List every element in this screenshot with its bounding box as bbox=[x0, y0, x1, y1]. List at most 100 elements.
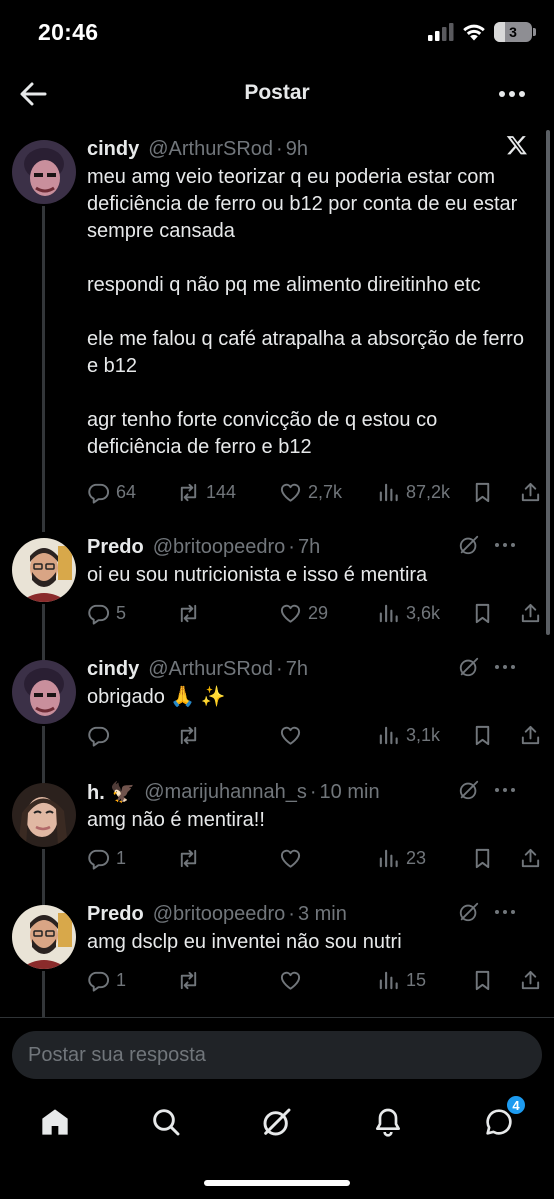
more-options-icon[interactable] bbox=[498, 82, 526, 106]
share-button[interactable] bbox=[519, 478, 542, 506]
views-icon bbox=[379, 726, 398, 744]
repost-button[interactable] bbox=[177, 599, 206, 627]
reply-input[interactable] bbox=[12, 1031, 542, 1079]
tab-messages[interactable]: 4 bbox=[481, 1094, 527, 1140]
post-text: oi eu sou nutricionista e isso é mentira bbox=[87, 562, 530, 589]
repost-button[interactable]: 144 bbox=[177, 478, 236, 506]
author-name[interactable]: Predo bbox=[87, 536, 144, 559]
views-button[interactable]: 15 bbox=[377, 966, 426, 994]
bookmark-button[interactable] bbox=[471, 478, 494, 506]
post-paragraph: obrigado 🙏 ✨ bbox=[87, 686, 226, 708]
tab-notifications[interactable] bbox=[370, 1104, 406, 1140]
views-button[interactable]: 3,1k bbox=[377, 721, 440, 749]
bookmark-button[interactable] bbox=[471, 844, 494, 872]
thread-line bbox=[42, 206, 45, 532]
share-button[interactable] bbox=[519, 966, 542, 994]
author-handle[interactable]: @britoopeedro bbox=[153, 903, 286, 926]
bookmark-button[interactable] bbox=[471, 966, 494, 994]
avatar[interactable] bbox=[12, 783, 76, 847]
main-post[interactable]: cindy @ArthurSRod · 9h meu amg veio teor… bbox=[0, 136, 554, 532]
repost-button[interactable] bbox=[177, 966, 206, 994]
views-button[interactable]: 3,6k bbox=[377, 599, 440, 627]
share-icon bbox=[521, 848, 540, 867]
share-button[interactable] bbox=[519, 599, 542, 627]
repost-button[interactable] bbox=[177, 721, 206, 749]
author-handle[interactable]: @marijuhannah_s bbox=[144, 781, 307, 804]
reply-button[interactable]: 5 bbox=[87, 599, 126, 627]
post-header-bar: Postar bbox=[0, 66, 554, 122]
author-handle[interactable]: @ArthurSRod bbox=[148, 658, 273, 681]
bell-icon bbox=[376, 1108, 400, 1137]
author-handle[interactable]: @britoopeedro bbox=[153, 536, 286, 559]
more-options-icon[interactable] bbox=[494, 656, 516, 678]
bookmark-button[interactable] bbox=[471, 721, 494, 749]
post-paragraph: ele me falou q café atrapalha a absorção… bbox=[87, 328, 524, 377]
post-meta: cindy @ArthurSRod · 9h bbox=[87, 136, 534, 162]
like-button[interactable]: 2,7k bbox=[279, 478, 342, 506]
bookmark-button[interactable] bbox=[471, 599, 494, 627]
post-text: meu amg veio teorizar q eu poderia estar… bbox=[87, 164, 530, 461]
status-time: 20:46 bbox=[38, 19, 99, 45]
more-options-icon[interactable] bbox=[494, 779, 516, 801]
grok-icon[interactable] bbox=[458, 779, 480, 801]
more-options-icon[interactable] bbox=[494, 901, 516, 923]
post-paragraph: respondi q não pq me alimento direitinho… bbox=[87, 274, 481, 296]
post-meta: h. 🦅 @marijuhannah_s · 10 min bbox=[87, 779, 534, 805]
view-count: 15 bbox=[406, 969, 427, 990]
reply-post[interactable]: cindy @ArthurSRod · 7h obrigado 🙏 ✨ 3,1k bbox=[0, 656, 554, 788]
post-time: 3 min bbox=[297, 902, 347, 925]
reply-post[interactable]: Predo @britoopeedro · 3 min amg dsclp eu… bbox=[0, 901, 554, 1017]
post-time: 7h bbox=[297, 535, 321, 558]
like-button[interactable] bbox=[279, 721, 308, 749]
like-button[interactable] bbox=[279, 844, 308, 872]
reply-icon bbox=[88, 971, 109, 992]
views-icon bbox=[379, 849, 398, 867]
post-meta: Predo @britoopeedro · 7h bbox=[87, 534, 534, 560]
view-count: 3,1k bbox=[406, 724, 441, 745]
like-button[interactable]: 29 bbox=[279, 599, 328, 627]
post-meta: cindy @ArthurSRod · 7h bbox=[87, 656, 534, 682]
avatar[interactable] bbox=[12, 660, 76, 724]
author-handle[interactable]: @ArthurSRod bbox=[148, 138, 273, 161]
more-options-icon[interactable] bbox=[494, 534, 516, 556]
author-name[interactable]: cindy bbox=[87, 658, 139, 681]
reply-button[interactable]: 1 bbox=[87, 966, 126, 994]
tab-home[interactable] bbox=[37, 1104, 73, 1140]
reply-icon bbox=[88, 849, 109, 870]
reply-button[interactable]: 1 bbox=[87, 844, 126, 872]
reply-button[interactable]: 64 bbox=[87, 478, 136, 506]
post-meta: Predo @britoopeedro · 3 min bbox=[87, 901, 534, 927]
grok-icon[interactable] bbox=[458, 534, 480, 556]
view-count: 3,6k bbox=[406, 602, 441, 623]
views-button[interactable]: 23 bbox=[377, 844, 426, 872]
views-button[interactable]: 87,2k bbox=[377, 478, 450, 506]
author-name[interactable]: h. 🦅 bbox=[87, 780, 135, 805]
reply-count: 1 bbox=[116, 969, 127, 990]
post-text: obrigado 🙏 ✨ bbox=[87, 684, 530, 711]
reply-composer bbox=[0, 1017, 554, 1097]
battery-level: 3 bbox=[509, 24, 517, 40]
home-indicator[interactable] bbox=[204, 1180, 350, 1186]
avatar[interactable] bbox=[12, 140, 76, 204]
tab-search[interactable] bbox=[148, 1104, 184, 1140]
avatar[interactable] bbox=[12, 538, 76, 602]
repost-button[interactable] bbox=[177, 844, 206, 872]
author-name[interactable]: cindy bbox=[87, 138, 139, 161]
like-button[interactable] bbox=[279, 966, 308, 994]
tab-grok[interactable] bbox=[259, 1104, 295, 1140]
status-bar: 20:46 3 bbox=[0, 0, 554, 66]
reply-post[interactable]: h. 🦅 @marijuhannah_s · 10 min amg não é … bbox=[0, 779, 554, 911]
view-count: 87,2k bbox=[406, 481, 451, 502]
repost-icon bbox=[180, 604, 197, 622]
separator-dot: · bbox=[288, 535, 295, 558]
avatar[interactable] bbox=[12, 905, 76, 969]
post-paragraph: meu amg veio teorizar q eu poderia estar… bbox=[87, 166, 518, 242]
grok-icon[interactable] bbox=[458, 901, 480, 923]
reply-post[interactable]: Predo @britoopeedro · 7h oi eu sou nutri… bbox=[0, 534, 554, 666]
author-name[interactable]: Predo bbox=[87, 903, 144, 926]
share-button[interactable] bbox=[519, 844, 542, 872]
separator-dot: · bbox=[288, 902, 295, 925]
grok-icon[interactable] bbox=[458, 656, 480, 678]
share-button[interactable] bbox=[519, 721, 542, 749]
reply-button[interactable] bbox=[87, 721, 116, 749]
